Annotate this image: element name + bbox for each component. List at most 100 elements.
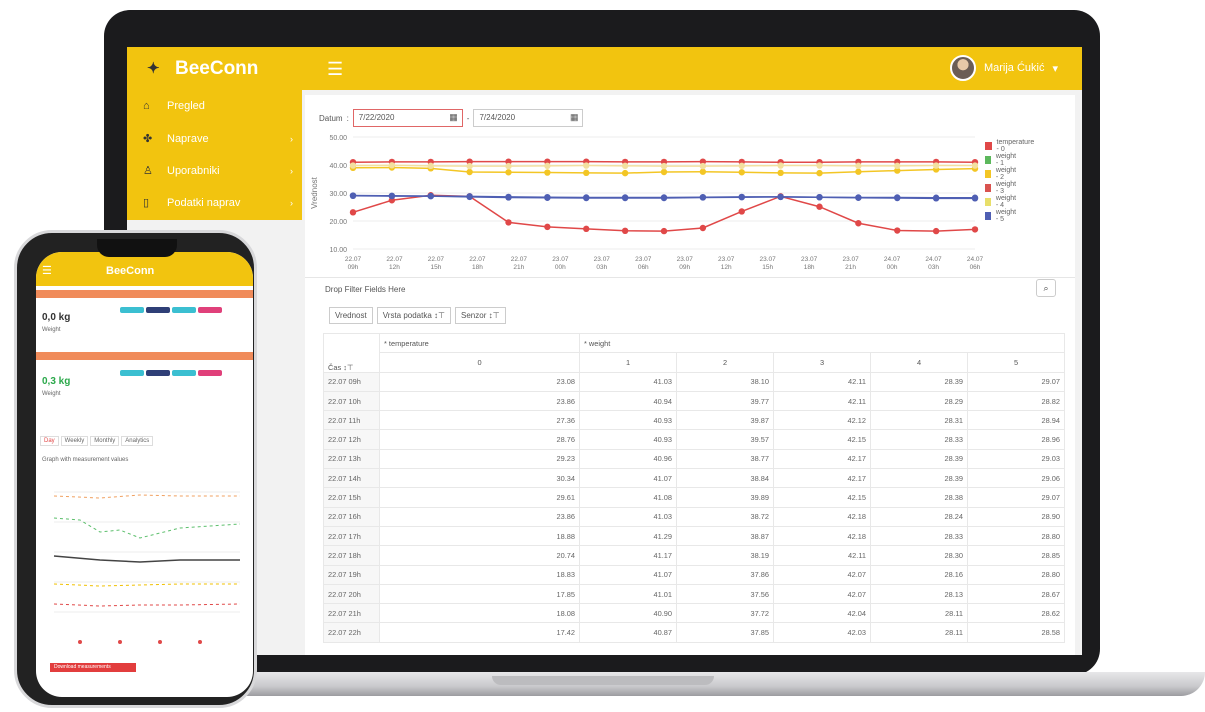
calendar-icon[interactable]: ▦ — [449, 112, 458, 123]
data-point[interactable] — [699, 168, 707, 175]
chip-vrsta-podatka[interactable]: Vrsta podatka ↕⊤ — [376, 307, 452, 324]
column-header[interactable]: 1 — [579, 352, 677, 373]
sort-filter-icon[interactable]: ↕⊤ — [489, 311, 500, 320]
phone-tab[interactable]: Analytics — [121, 436, 154, 446]
data-point[interactable] — [583, 162, 590, 169]
table-row[interactable]: 22.07 14h 30.34 41.07 38.84 42.17 28.39 29.06 — [323, 468, 1065, 489]
row-header[interactable]: Čas ↕⊤ — [323, 333, 380, 373]
data-point[interactable] — [894, 194, 901, 201]
data-point[interactable] — [855, 194, 862, 201]
data-point[interactable] — [388, 192, 396, 200]
data-point[interactable] — [971, 194, 979, 201]
data-point[interactable] — [777, 169, 784, 177]
data-point[interactable] — [427, 192, 434, 200]
table-row[interactable]: 22.07 11h 27.36 40.93 39.87 42.12 28.31 28.94 — [323, 410, 1065, 431]
table-row[interactable]: 22.07 19h 18.83 41.07 37.86 42.07 28.16 28.80 — [323, 564, 1065, 585]
data-point[interactable] — [505, 169, 512, 176]
data-point[interactable] — [505, 162, 512, 170]
sort-filter-icon[interactable]: ↕⊤ — [434, 311, 445, 320]
data-point[interactable] — [621, 194, 629, 201]
data-point[interactable] — [505, 219, 512, 226]
date-from-input[interactable]: 7/22/2020 ▦ — [352, 109, 463, 127]
data-point[interactable] — [738, 169, 745, 176]
chip-senzor[interactable]: Senzor ↕⊤ — [455, 307, 506, 324]
data-point[interactable] — [894, 162, 901, 170]
legend-item[interactable]: weight - 5 — [985, 209, 1018, 223]
table-row[interactable]: 22.07 09h 23.08 41.03 38.10 42.11 28.39 29.07 — [323, 371, 1065, 392]
data-point[interactable] — [777, 162, 784, 169]
data-point[interactable] — [932, 162, 940, 169]
table-row[interactable]: 22.07 10h 23.86 40.94 39.77 42.11 28.29 28.82 — [323, 390, 1065, 412]
data-point[interactable] — [738, 162, 745, 170]
brand[interactable]: ✦ BeeConn — [147, 58, 258, 80]
data-point[interactable] — [660, 194, 668, 201]
data-point[interactable] — [971, 226, 979, 233]
data-point[interactable] — [466, 162, 473, 170]
data-point[interactable] — [544, 169, 551, 176]
data-point[interactable] — [699, 224, 707, 232]
sidebar-item-uporabniki[interactable]: ♙ Uporabniki › — [143, 164, 293, 178]
chip-vrednost[interactable]: Vrednost — [329, 307, 373, 324]
data-point[interactable] — [855, 168, 862, 175]
data-point[interactable] — [816, 169, 823, 177]
data-point[interactable] — [583, 169, 590, 177]
data-point[interactable] — [816, 194, 823, 201]
table-row[interactable]: 22.07 15h 29.61 41.08 39.89 42.15 28.38 29.07 — [323, 487, 1065, 508]
legend-item[interactable]: weight - 1 — [985, 153, 1018, 167]
data-point[interactable] — [660, 168, 668, 176]
data-point[interactable] — [427, 162, 434, 170]
search-icon[interactable]: ⌕ — [1036, 279, 1056, 297]
data-point[interactable] — [349, 209, 357, 216]
data-point[interactable] — [621, 162, 629, 170]
calendar-icon[interactable]: ▦ — [570, 112, 579, 123]
data-point[interactable] — [699, 194, 707, 201]
table-row[interactable]: 22.07 13h 29.23 40.96 38.77 42.17 28.39 29.03 — [323, 448, 1065, 470]
data-point[interactable] — [816, 203, 823, 210]
table-row[interactable]: 22.07 22h 17.42 40.87 37.85 42.03 28.11 28.58 — [323, 622, 1065, 643]
data-point[interactable] — [816, 162, 823, 169]
data-point[interactable] — [583, 225, 590, 233]
table-row[interactable]: 22.07 21h 18.08 40.90 37.72 42.04 28.11 28.62 — [323, 603, 1065, 624]
table-row[interactable]: 22.07 18h 20.74 41.17 38.19 42.11 28.30 28.85 — [323, 545, 1065, 566]
data-point[interactable] — [660, 162, 668, 170]
column-header[interactable]: 0 — [379, 352, 580, 373]
data-point[interactable] — [855, 220, 862, 227]
legend-item[interactable]: weight - 3 — [985, 181, 1018, 195]
data-point[interactable] — [349, 192, 357, 199]
phone-tab[interactable]: Weekly — [60, 436, 89, 446]
data-point[interactable] — [505, 193, 512, 201]
sidebar-item-pregled[interactable]: ⌂ Pregled — [143, 100, 293, 112]
column-header[interactable]: 5 — [967, 352, 1065, 373]
group-header-weight[interactable]: * weight — [579, 332, 1065, 354]
phone-menu-icon[interactable]: ☰ — [42, 264, 52, 277]
table-row[interactable]: 22.07 12h 28.76 40.93 39.57 42.15 28.33 28.96 — [323, 429, 1065, 450]
data-point[interactable] — [777, 193, 784, 201]
data-point[interactable] — [855, 162, 862, 170]
data-point[interactable] — [544, 223, 551, 231]
data-point[interactable] — [738, 208, 745, 215]
data-point[interactable] — [583, 194, 590, 201]
data-point[interactable] — [621, 227, 629, 234]
sidebar-item-podatki-naprav[interactable]: ▯ Podatki naprav › — [143, 196, 293, 210]
data-point[interactable] — [544, 162, 551, 170]
data-point[interactable] — [388, 162, 396, 169]
data-point[interactable] — [738, 193, 745, 201]
legend-item[interactable]: weight - 2 — [985, 167, 1018, 181]
table-row[interactable]: 22.07 20h 17.85 41.01 37.56 42.07 28.13 28.67 — [323, 583, 1065, 605]
data-point[interactable] — [349, 162, 357, 169]
menu-toggle-icon[interactable]: ☰ — [327, 59, 343, 80]
legend-item[interactable]: weight - 4 — [985, 195, 1018, 209]
date-to-input[interactable]: 7/24/2020 ▦ — [473, 109, 584, 127]
data-point[interactable] — [466, 193, 473, 200]
data-point[interactable] — [932, 227, 940, 235]
sidebar-item-naprave[interactable]: ✤ Naprave › — [143, 132, 293, 146]
data-point[interactable] — [932, 194, 940, 201]
table-row[interactable]: 22.07 16h 23.86 41.03 38.72 42.18 28.24 28.90 — [323, 506, 1065, 527]
legend-item[interactable]: temperature - 0 — [985, 139, 1036, 153]
user-menu[interactable]: Marija Ćukić ▾ — [949, 55, 1058, 81]
phone-tab[interactable]: Day — [40, 436, 59, 446]
data-point[interactable] — [544, 194, 551, 201]
data-point[interactable] — [699, 162, 707, 170]
phone-tab[interactable]: Monthly — [90, 436, 120, 446]
column-header[interactable]: 2 — [676, 352, 774, 373]
